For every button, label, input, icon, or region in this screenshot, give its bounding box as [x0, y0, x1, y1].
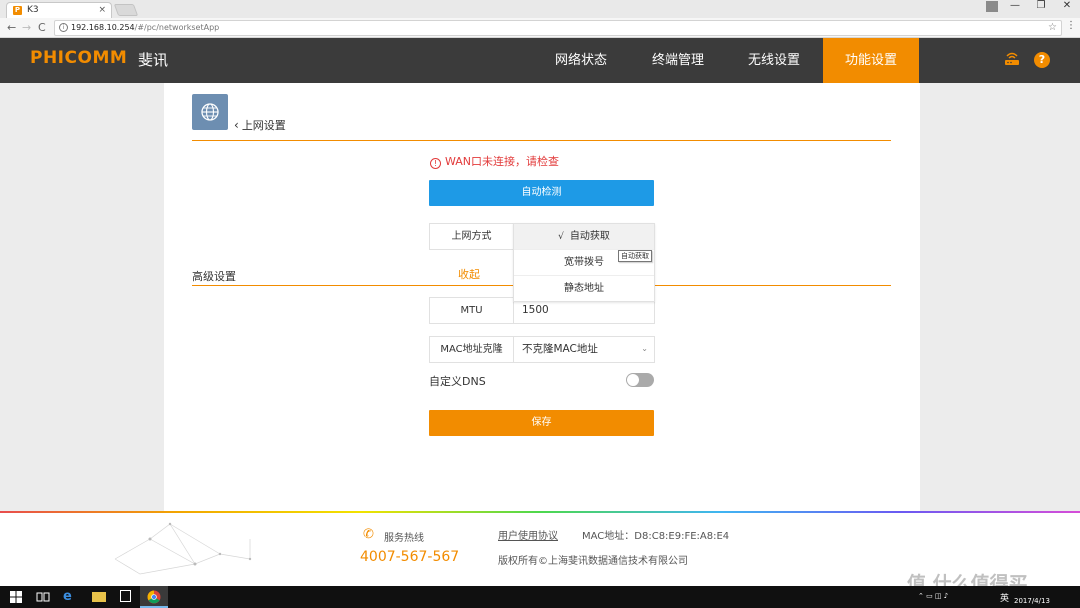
- back-arrow-icon[interactable]: ←: [7, 20, 16, 36]
- windows-start-icon[interactable]: [9, 590, 23, 604]
- nav-network-status[interactable]: 网络状态: [534, 38, 628, 83]
- browser-tab[interactable]: P K3 ×: [6, 2, 112, 18]
- mac-clone-select[interactable]: MAC地址克隆 不克隆MAC地址 ⌄: [429, 336, 655, 363]
- ime-indicator[interactable]: 英: [1000, 591, 1009, 604]
- device-mac-address: MAC地址：D8:C8:E9:FE:A8:E4: [582, 531, 730, 542]
- chevron-left-icon: ‹: [234, 118, 239, 132]
- router-status-icon[interactable]: [1003, 51, 1021, 67]
- check-icon: √: [558, 232, 564, 242]
- advanced-settings-label: 高级设置: [192, 270, 236, 283]
- globe-icon: [201, 103, 219, 121]
- maximize-button[interactable]: ❐: [1028, 0, 1054, 14]
- edge-browser-icon[interactable]: e: [63, 590, 77, 604]
- network-lines-decoration: [114, 522, 252, 575]
- phicomm-favicon-icon: P: [13, 6, 22, 15]
- copyright-text: 版权所有©上海斐讯数据通信技术有限公司: [498, 556, 688, 567]
- chevron-down-icon: ⌄: [641, 344, 648, 353]
- connection-type-dropdown: √ 自动获取 宽带拨号 静态地址: [513, 223, 655, 302]
- user-agreement-link[interactable]: 用户使用协议: [498, 527, 558, 542]
- task-view-icon[interactable]: [36, 590, 50, 604]
- mtu-label: MTU: [430, 298, 514, 323]
- page-info-icon[interactable]: i: [59, 23, 68, 32]
- dropdown-option-label: 自动获取: [569, 231, 610, 242]
- chrome-taskbar-item[interactable]: [140, 586, 168, 608]
- file-explorer-icon[interactable]: [92, 592, 106, 602]
- footer: ✆ 服务热线 4007-567-567 用户使用协议 MAC地址：D8:C8:E…: [0, 513, 1080, 595]
- browser-menu-icon[interactable]: ⋮: [1066, 20, 1076, 31]
- new-tab-button[interactable]: [113, 4, 139, 16]
- help-icon[interactable]: ?: [1034, 52, 1050, 68]
- url-host: 192.168.10.254: [71, 23, 135, 32]
- internet-settings-icon-box: [192, 94, 228, 130]
- browser-tab-bar: P K3 × — ❐ ✕: [0, 0, 1080, 18]
- option-tooltip: 自动获取: [618, 250, 652, 262]
- collapse-link[interactable]: 收起: [458, 266, 480, 282]
- hotline-number: 4007-567-567: [360, 549, 460, 565]
- minimize-button[interactable]: —: [1002, 0, 1028, 14]
- toggle-knob: [627, 374, 639, 386]
- hotline-label: 服务热线: [384, 533, 424, 544]
- nav-feature-settings[interactable]: 功能设置: [823, 38, 919, 83]
- back-link[interactable]: ‹ 上网设置: [234, 117, 286, 133]
- close-window-button[interactable]: ✕: [1054, 0, 1080, 14]
- phicomm-logo[interactable]: PHICOMM: [30, 48, 127, 68]
- phone-icon: ✆: [363, 527, 374, 542]
- taskbar-date[interactable]: 2017/4/13: [1014, 597, 1050, 605]
- reload-icon[interactable]: C: [38, 20, 46, 36]
- nav-wireless-settings[interactable]: 无线设置: [726, 38, 822, 83]
- mac-clone-value: 不克隆MAC地址: [522, 343, 598, 355]
- header-divider: [192, 140, 891, 141]
- dropdown-option-static[interactable]: 静态地址: [514, 276, 654, 302]
- tab-close-icon[interactable]: ×: [98, 3, 106, 17]
- windows-taskbar: e ⌃ ▭ ◫ ♪ 英 2017/4/13: [0, 586, 1080, 608]
- warning-icon: !: [430, 158, 441, 169]
- app-header: PHICOMM 斐讯 网络状态 终端管理 无线设置 功能设置 ?: [0, 38, 1080, 83]
- tab-title: K3: [27, 5, 39, 15]
- chrome-icon: [147, 590, 161, 604]
- save-button[interactable]: 保存: [429, 410, 654, 436]
- user-profile-icon[interactable]: [986, 1, 998, 12]
- forward-arrow-icon[interactable]: →: [22, 20, 31, 36]
- url-path: /#/pc/networksetApp: [134, 23, 220, 32]
- back-link-label: 上网设置: [241, 119, 286, 132]
- dropdown-option-dhcp[interactable]: √ 自动获取: [514, 224, 654, 250]
- wan-warning-text: WAN口未连接，请检查: [445, 155, 560, 168]
- auto-detect-button[interactable]: 自动检测: [429, 180, 654, 206]
- custom-dns-toggle[interactable]: [626, 373, 654, 387]
- wan-warning: ! WAN口未连接，请检查: [430, 153, 559, 169]
- connection-type-label: 上网方式: [430, 224, 514, 249]
- mac-clone-label: MAC地址克隆: [430, 337, 514, 362]
- url-input[interactable]: i 192.168.10.254/#/pc/networksetApp ☆: [54, 20, 1062, 36]
- nav-terminal-management[interactable]: 终端管理: [630, 38, 726, 83]
- custom-dns-label: 自定义DNS: [429, 375, 486, 388]
- phicomm-logo-cn: 斐讯: [138, 51, 169, 69]
- store-icon[interactable]: [120, 590, 131, 602]
- settings-panel: ‹ 上网设置 ! WAN口未连接，请检查 自动检测 上网方式 高级设置 收起 MTU…: [164, 83, 920, 511]
- bookmark-star-icon[interactable]: ☆: [1048, 21, 1057, 35]
- address-bar: ← → C i 192.168.10.254/#/pc/networksetAp…: [0, 18, 1080, 38]
- tray-icons[interactable]: ⌃ ▭ ◫ ♪: [918, 592, 948, 600]
